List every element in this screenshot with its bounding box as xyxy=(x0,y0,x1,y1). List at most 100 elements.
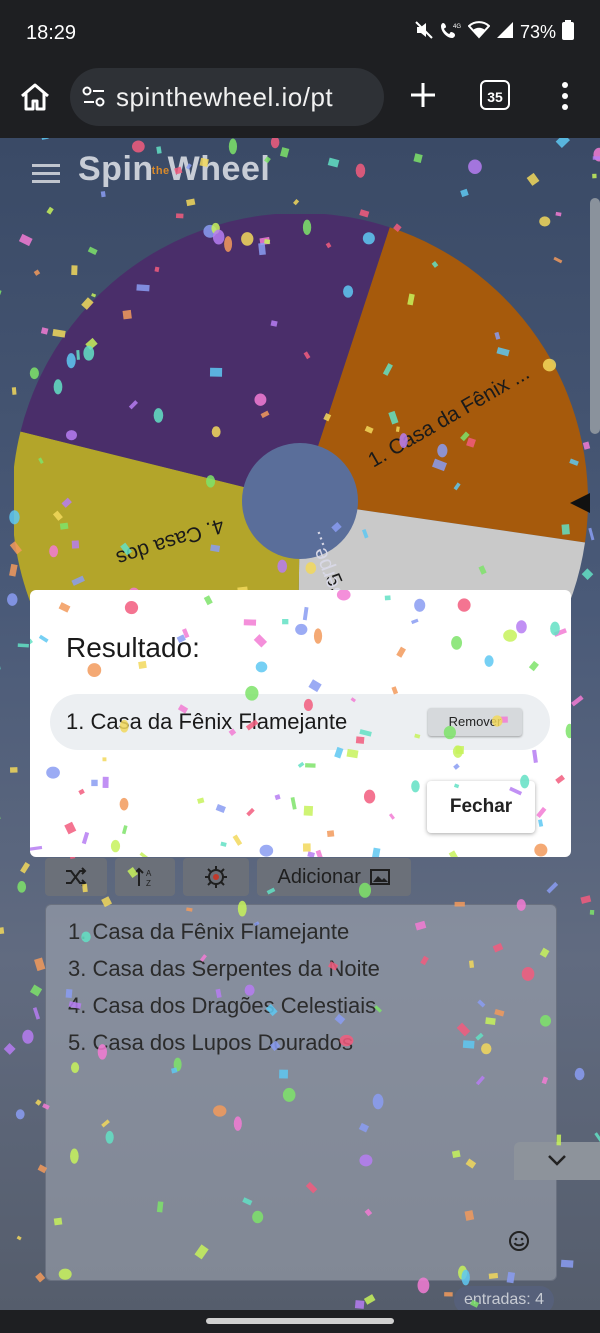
confetti-piece xyxy=(315,849,323,857)
confetti-piece xyxy=(336,590,351,601)
confetti-piece xyxy=(22,1029,34,1044)
dialog-title: Resultado: xyxy=(66,632,200,663)
svg-text:Z: Z xyxy=(146,879,151,888)
confetti-piece xyxy=(302,843,311,852)
confetti-piece xyxy=(414,598,426,612)
confetti-piece xyxy=(565,723,571,739)
wheel-hub[interactable] xyxy=(242,443,358,559)
confetti-piece xyxy=(0,289,2,295)
confetti-piece xyxy=(34,957,46,972)
home-icon[interactable] xyxy=(18,80,54,116)
confetti-piece xyxy=(253,634,268,648)
confetti-piece xyxy=(457,598,471,612)
new-tab-icon[interactable] xyxy=(408,80,438,110)
entry-item: 4. Casa dos Dragões Celestiais xyxy=(68,993,377,1018)
app-logo[interactable]: SpintheWheel xyxy=(78,150,270,189)
confetti-piece xyxy=(305,763,316,768)
tabs-icon[interactable]: 35 xyxy=(480,80,510,110)
confetti-piece xyxy=(81,831,90,845)
shuffle-button[interactable] xyxy=(45,858,107,896)
confetti-piece xyxy=(327,157,340,168)
confetti-piece xyxy=(270,138,280,149)
close-button[interactable]: Fechar xyxy=(427,781,535,833)
confetti-piece xyxy=(20,862,31,874)
confetti-piece xyxy=(30,845,43,851)
confetti-piece xyxy=(313,628,323,644)
svg-text:4G: 4G xyxy=(453,24,461,30)
confetti-piece xyxy=(290,797,297,810)
confetti-piece xyxy=(555,774,565,784)
mute-icon xyxy=(414,21,434,44)
add-image-button[interactable]: Adicionar xyxy=(257,858,411,896)
status-icons: 4G 73% xyxy=(414,20,574,45)
confetti-piece xyxy=(560,1259,574,1268)
site-settings-icon[interactable] xyxy=(82,86,106,108)
confetti-piece xyxy=(484,655,494,667)
status-bar: 18:29 4G 73% xyxy=(0,0,600,66)
confetti-piece xyxy=(29,984,43,997)
confetti-piece xyxy=(279,147,290,158)
confetti-piece xyxy=(15,1109,25,1120)
entries-textarea[interactable]: 1. Casa da Fênix Flamejante 3. Casa das … xyxy=(45,904,557,1281)
address-bar[interactable]: spinthewheel.io/pt xyxy=(70,68,384,126)
confetti-piece xyxy=(448,850,460,857)
scroll-down-button[interactable] xyxy=(514,1142,600,1180)
confetti-piece xyxy=(274,794,281,801)
confetti-piece xyxy=(0,814,1,821)
shuffle-icon xyxy=(66,867,87,887)
confetti-piece xyxy=(396,646,406,658)
confetti-piece xyxy=(121,825,128,835)
confetti-piece xyxy=(326,830,335,838)
battery-icon xyxy=(562,20,574,45)
tab-count: 35 xyxy=(487,89,503,105)
overflow-menu-icon[interactable] xyxy=(556,80,574,112)
confetti-piece xyxy=(16,1235,22,1241)
entries-counter: entradas: 4 xyxy=(454,1286,555,1310)
confetti-piece xyxy=(246,807,255,817)
confetti-piece xyxy=(32,1007,41,1020)
confetti-piece xyxy=(87,663,102,678)
confetti-piece xyxy=(363,789,376,804)
confetti-piece xyxy=(346,748,359,759)
sort-button[interactable]: AZ xyxy=(115,858,175,896)
hamburger-menu-icon[interactable] xyxy=(32,162,60,186)
confetti-piece xyxy=(503,629,518,642)
result-text: 1. Casa da Fênix Flamejante xyxy=(66,709,348,734)
confetti-piece xyxy=(35,1272,46,1283)
confetti-piece xyxy=(384,595,391,601)
confetti-piece xyxy=(232,834,243,846)
confetti-piece xyxy=(297,761,305,768)
confetti-piece xyxy=(593,147,600,162)
confetti-piece xyxy=(119,797,129,811)
confetti-piece xyxy=(444,1292,453,1297)
confetti-piece xyxy=(0,666,1,671)
settings-button[interactable] xyxy=(183,858,249,896)
emoji-icon[interactable] xyxy=(508,1230,530,1258)
confetti-piece xyxy=(46,766,60,779)
confetti-piece xyxy=(35,1099,42,1106)
hd-call-icon: 4G xyxy=(440,21,462,44)
confetti-piece xyxy=(411,618,419,625)
confetti-piece xyxy=(64,821,77,835)
result-chip: 1. Casa da Fênix Flamejante Remover xyxy=(50,694,550,750)
url-text: spinthewheel.io/pt xyxy=(116,82,334,112)
gesture-handle[interactable] xyxy=(206,1318,394,1324)
confetti-piece xyxy=(574,1067,585,1081)
confetti-piece xyxy=(580,895,592,904)
confetti-piece xyxy=(516,620,527,634)
entries-list: 1. Casa da Fênix Flamejante 3. Casa das … xyxy=(46,913,556,1061)
confetti-piece xyxy=(371,847,381,857)
entry-item: 5. Casa dos Lupos Dourados xyxy=(68,1030,353,1055)
confetti-piece xyxy=(388,813,395,820)
confetti-piece xyxy=(186,198,196,207)
svg-text:A: A xyxy=(146,869,152,878)
add-image-label: Adicionar xyxy=(277,866,361,888)
confetti-piece xyxy=(468,159,482,175)
confetti-piece xyxy=(307,851,315,857)
page-scrollbar[interactable] xyxy=(590,198,600,434)
remove-button[interactable]: Remover xyxy=(428,708,522,736)
result-dialog: Resultado: 1. Casa da Fênix Flamejante R… xyxy=(30,590,571,857)
confetti-piece xyxy=(102,757,107,762)
confetti-piece xyxy=(38,634,49,643)
battery-label: 73% xyxy=(519,22,556,42)
